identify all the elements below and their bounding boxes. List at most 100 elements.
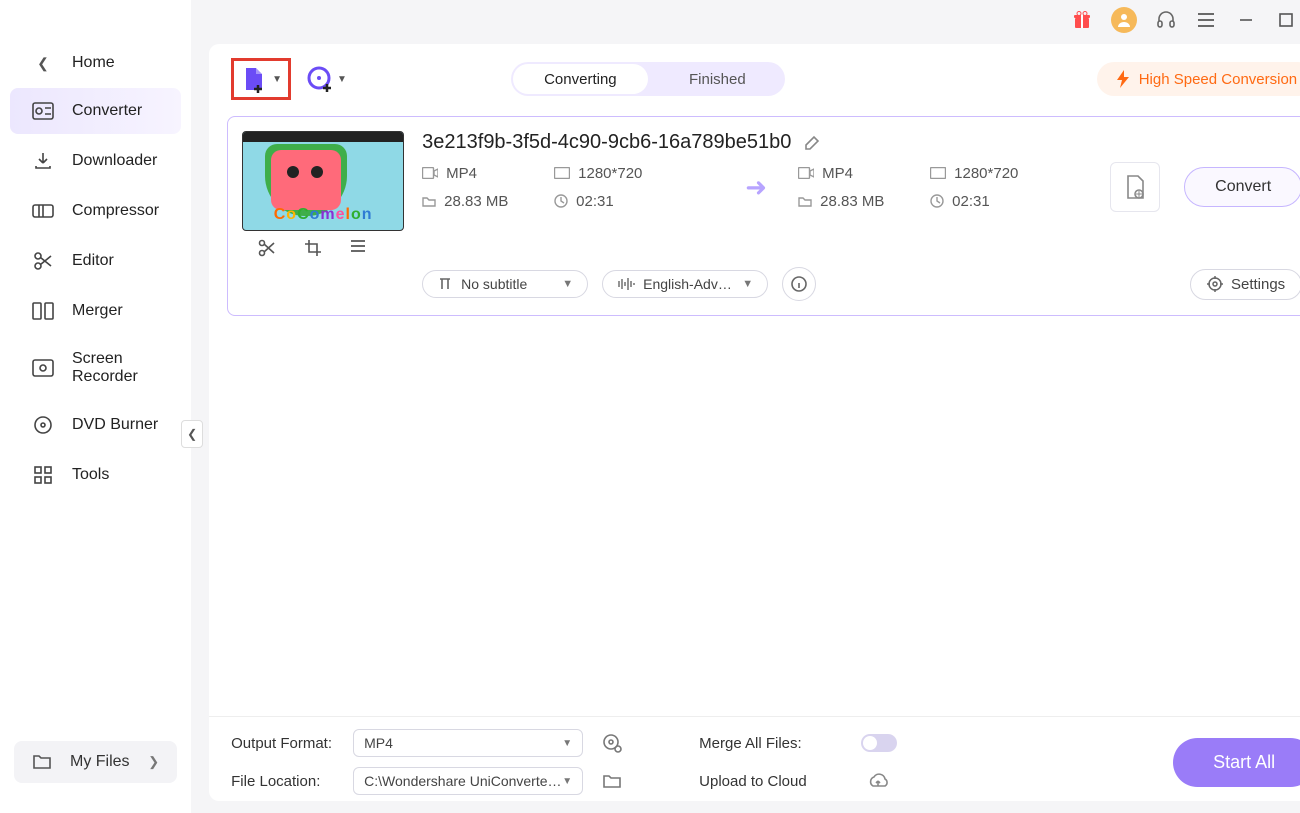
add-file-button[interactable]: ▼ xyxy=(240,65,282,93)
chevron-down-icon: ▼ xyxy=(562,776,572,787)
merge-icon xyxy=(32,300,54,322)
task-filename: 3e213f9b-3f5d-4c90-9cb6-16a789be51b0 xyxy=(422,131,791,154)
sidebar-item-label: Editor xyxy=(72,252,114,270)
src-duration: 02:31 xyxy=(554,193,714,210)
my-files-button[interactable]: My Files ❯ xyxy=(14,741,177,783)
output-format-settings-icon[interactable] xyxy=(595,733,629,753)
converter-icon xyxy=(32,100,54,122)
my-files-label: My Files xyxy=(70,753,130,771)
sidebar: ❮ Home Converter Downloader Compressor E… xyxy=(0,0,191,813)
file-location-label: File Location: xyxy=(231,773,341,790)
sidebar-item-converter[interactable]: Converter xyxy=(10,88,181,134)
main-pane: ▼ ▼ Converting Finished High Speed Conve… xyxy=(191,0,1300,813)
content-card: ▼ ▼ Converting Finished High Speed Conve… xyxy=(209,44,1300,801)
conversion-task-card: CoComelon 3e213f9b-3f5d-4c90-9cb6-16a789… xyxy=(227,116,1300,316)
src-format: MP4 xyxy=(422,165,542,182)
content-top-bar: ▼ ▼ Converting Finished High Speed Conve… xyxy=(209,44,1300,116)
file-location-select[interactable]: C:\Wondershare UniConverter 1 ▼ xyxy=(353,767,583,795)
upload-label: Upload to Cloud xyxy=(699,773,849,790)
tab-converting[interactable]: Converting xyxy=(513,64,648,94)
sidebar-item-label: Converter xyxy=(72,102,142,120)
sidebar-item-label: Compressor xyxy=(72,202,159,220)
sidebar-item-screen-recorder[interactable]: Screen Recorder xyxy=(10,338,181,398)
src-size: 28.83 MB xyxy=(422,193,542,210)
edit-name-icon[interactable] xyxy=(803,134,821,152)
compress-icon xyxy=(32,200,54,222)
task-settings-button[interactable]: Settings xyxy=(1190,269,1300,300)
sidebar-item-label: Downloader xyxy=(72,152,157,170)
window-controls xyxy=(191,0,1300,40)
record-icon xyxy=(32,357,54,379)
grid-icon xyxy=(32,464,54,486)
chevron-down-icon: ▼ xyxy=(562,278,573,290)
dst-resolution: 1280*720 xyxy=(930,165,1090,182)
sidebar-item-dvd-burner[interactable]: DVD Burner xyxy=(10,402,181,448)
tab-finished[interactable]: Finished xyxy=(650,62,785,96)
merge-toggle[interactable] xyxy=(861,734,897,752)
dst-size: 28.83 MB xyxy=(798,193,918,210)
folder-icon xyxy=(32,753,52,771)
dst-duration: 02:31 xyxy=(930,193,1090,210)
audio-value: English-Advanc... xyxy=(643,276,734,292)
thumbnail-brand-text: CoComelon xyxy=(243,206,403,224)
output-format-value: MP4 xyxy=(364,735,393,751)
settings-label: Settings xyxy=(1231,276,1285,293)
sidebar-item-home[interactable]: ❮ Home xyxy=(10,42,181,84)
info-button[interactable] xyxy=(782,267,816,301)
subtitle-icon xyxy=(437,277,453,291)
crop-tool-icon[interactable] xyxy=(304,239,322,257)
status-segmented-control: Converting Finished xyxy=(511,62,785,96)
sidebar-item-downloader[interactable]: Downloader xyxy=(10,138,181,184)
chevron-down-icon: ▼ xyxy=(272,74,282,85)
chevron-left-icon: ❮ xyxy=(32,55,54,72)
gear-target-icon xyxy=(1207,276,1223,292)
sidebar-item-tools[interactable]: Tools xyxy=(10,452,181,498)
output-preset-button[interactable] xyxy=(1110,162,1160,212)
bottom-bar: Output Format: MP4 ▼ Merge All Files: Fi… xyxy=(209,716,1300,801)
start-all-button[interactable]: Start All xyxy=(1173,738,1300,787)
add-dvd-button[interactable]: ▼ xyxy=(307,66,347,92)
hsc-label: High Speed Conversion xyxy=(1139,71,1297,88)
waveform-icon xyxy=(617,277,635,291)
disc-icon xyxy=(32,414,54,436)
lightning-icon xyxy=(1115,70,1131,88)
src-resolution: 1280*720 xyxy=(554,165,714,182)
convert-button[interactable]: Convert xyxy=(1184,167,1300,207)
audio-track-dropdown[interactable]: English-Advanc... ▼ xyxy=(602,270,768,298)
file-location-value: C:\Wondershare UniConverter 1 xyxy=(364,773,562,789)
support-icon[interactable] xyxy=(1155,9,1177,31)
add-file-highlight: ▼ xyxy=(231,58,291,100)
sidebar-item-label: Tools xyxy=(72,466,109,484)
chevron-right-icon: ❯ xyxy=(148,754,159,770)
arrow-right-icon: ➜ xyxy=(726,172,786,203)
output-format-label: Output Format: xyxy=(231,735,341,752)
sidebar-item-label: Home xyxy=(72,54,115,72)
sidebar-item-label: Merger xyxy=(72,302,123,320)
chevron-down-icon: ▼ xyxy=(337,74,347,85)
output-format-select[interactable]: MP4 ▼ xyxy=(353,729,583,757)
high-speed-conversion-button[interactable]: High Speed Conversion xyxy=(1097,62,1300,96)
menu-icon[interactable] xyxy=(1195,9,1217,31)
open-folder-icon[interactable] xyxy=(595,773,629,789)
dst-format: MP4 xyxy=(798,165,918,182)
scissors-icon xyxy=(32,250,54,272)
video-thumbnail[interactable]: CoComelon xyxy=(242,131,404,231)
trim-tool-icon[interactable] xyxy=(258,239,276,257)
gift-icon[interactable] xyxy=(1071,9,1093,31)
maximize-icon[interactable] xyxy=(1275,9,1297,31)
minimize-icon[interactable] xyxy=(1235,9,1257,31)
avatar[interactable] xyxy=(1111,7,1137,33)
sidebar-item-label: Screen Recorder xyxy=(72,350,159,386)
sidebar-item-label: DVD Burner xyxy=(72,416,158,434)
sidebar-item-merger[interactable]: Merger xyxy=(10,288,181,334)
chevron-down-icon: ▼ xyxy=(562,738,572,749)
sidebar-item-compressor[interactable]: Compressor xyxy=(10,188,181,234)
chevron-down-icon: ▼ xyxy=(742,278,753,290)
subtitle-value: No subtitle xyxy=(461,276,527,292)
more-tool-icon[interactable] xyxy=(350,239,366,257)
subtitle-dropdown[interactable]: No subtitle ▼ xyxy=(422,270,588,298)
cloud-upload-icon[interactable] xyxy=(861,773,895,789)
sidebar-collapse-handle[interactable]: ❮ xyxy=(181,420,203,448)
merge-label: Merge All Files: xyxy=(699,735,849,752)
sidebar-item-editor[interactable]: Editor xyxy=(10,238,181,284)
